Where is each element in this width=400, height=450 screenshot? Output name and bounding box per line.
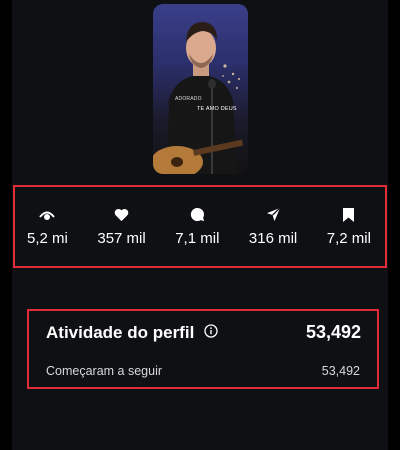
stat-views: 5,2 mi (27, 207, 68, 247)
stat-comments: 7,1 mil (175, 207, 219, 247)
stat-shares-value: 316 mil (248, 229, 298, 247)
singer-with-guitar-image (153, 22, 244, 174)
profile-activity-total: 53,492 (305, 322, 361, 342)
profile-activity-title: Atividade do perfil (46, 323, 195, 342)
stat-saves-value: 7,2 mil (326, 229, 371, 247)
new-followers-label: Começaram a seguir (46, 364, 163, 378)
stat-likes: 357 mil (97, 207, 146, 247)
stat-likes-value: 357 mil (97, 229, 146, 247)
new-followers-value: 53,492 (321, 364, 360, 378)
heart-icon (114, 207, 129, 223)
profile-activity-card[interactable]: Atividade do perfil 53,492 Começaram a s… (27, 309, 379, 389)
comment-icon (190, 207, 205, 223)
info-icon[interactable] (204, 324, 218, 338)
bookmark-icon (342, 207, 355, 223)
stat-comments-value: 7,1 mil (175, 229, 220, 247)
video-caption: TE AMO DEUS (197, 106, 237, 112)
stat-views-value: 5,2 mi (27, 229, 68, 247)
video-insights-screen: ADORADO TE AMO DEUS 5,2 mi 357 mil 7,1 m… (0, 0, 400, 450)
stat-saves: 7,2 mil (327, 207, 371, 247)
video-caption-small: ADORADO (175, 96, 202, 102)
share-icon (266, 207, 281, 223)
eye-icon (39, 207, 56, 223)
stat-shares: 316 mil (249, 207, 297, 247)
engagement-stats: 5,2 mi 357 mil 7,1 mil 316 mil 7,2 mil (13, 185, 387, 268)
video-thumbnail[interactable]: ADORADO TE AMO DEUS (153, 4, 248, 174)
